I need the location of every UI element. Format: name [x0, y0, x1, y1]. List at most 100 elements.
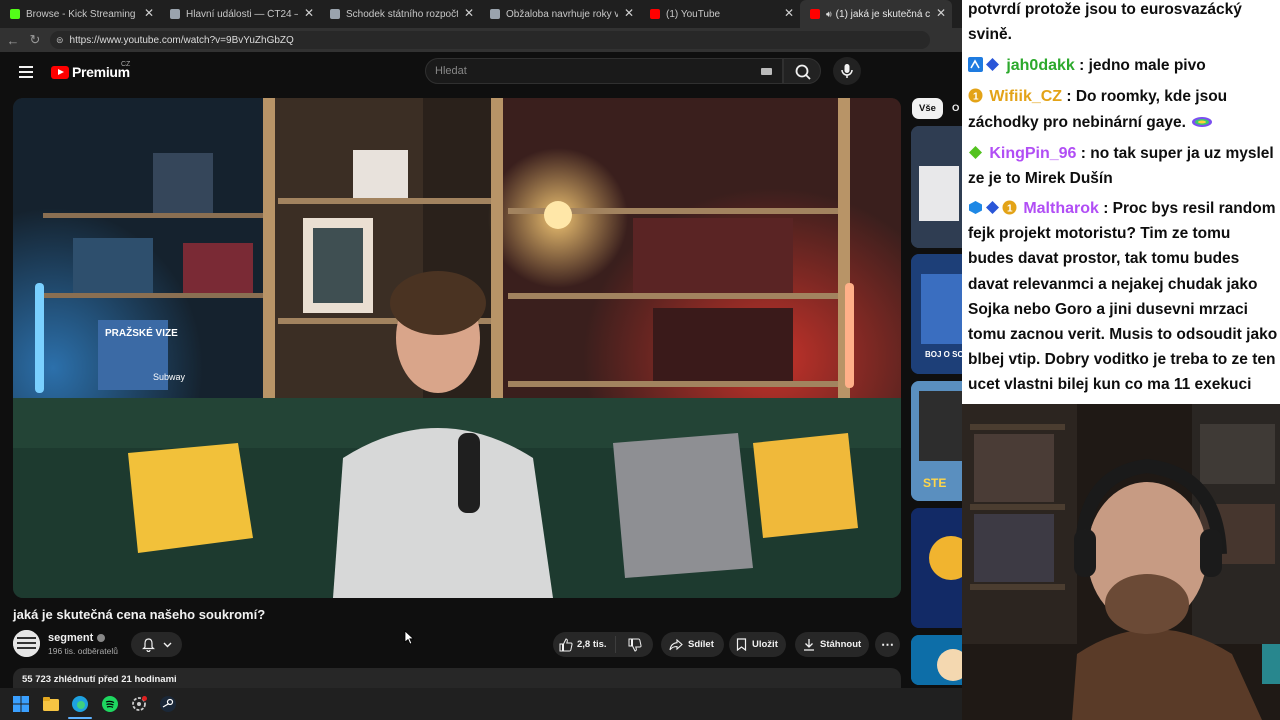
browser-tab-schodek[interactable]: Schodek státního rozpočtu činil v ✕: [320, 0, 480, 28]
subscriber-badge-icon: [986, 201, 999, 214]
browser-tab-youtube[interactable]: (1) YouTube ✕: [640, 0, 800, 28]
back-icon[interactable]: ←: [2, 33, 24, 48]
spotify-icon[interactable]: [102, 696, 118, 712]
related-video-thumbnail[interactable]: STE: [911, 381, 962, 501]
thumbnail-caption: STE: [923, 476, 947, 490]
browser-tab-ct24[interactable]: Hlavní události — ČT24 — Česká ✕: [160, 0, 320, 28]
youtube-logo-icon: [51, 65, 69, 79]
steam-icon[interactable]: [160, 696, 176, 712]
chat-message-continuation: ze je to Mirek Dušín: [968, 166, 1280, 192]
chat-text: fejk projekt motoristu? Tim ze tomu: [968, 225, 1231, 242]
chat-text: ucet vlastni bilej kun co ma 11 exekuci: [968, 376, 1252, 393]
like-button[interactable]: 2,8 tis.: [553, 636, 616, 653]
chat-text: potvrdí protože jsou to eurosvazácký: [968, 1, 1242, 18]
youtube-icon: [650, 9, 660, 19]
close-icon[interactable]: ✕: [784, 7, 794, 19]
search-button[interactable]: [783, 58, 821, 84]
book-subtitle: Subway: [153, 372, 186, 382]
subscriber-count: 196 tis. odběratelů: [48, 646, 118, 656]
close-icon[interactable]: ✕: [144, 7, 154, 19]
active-app-indicator: [68, 717, 92, 719]
tab-label: Obžaloba navrhuje roky vězení pr: [506, 8, 618, 20]
video-frame: PRAŽSKÉ VIZE Subway: [13, 98, 901, 598]
close-icon[interactable]: ✕: [464, 7, 474, 19]
chat-message-continuation: tomu zacnou verit. Musis to odsoudit jak…: [968, 322, 1280, 348]
more-icon: ⋯: [881, 636, 894, 652]
chat-text: : no tak super ja uz myslel: [1076, 145, 1274, 162]
channel-avatar[interactable]: [13, 630, 40, 657]
chat-text: : jedno male pivo: [1074, 57, 1206, 74]
search-input[interactable]: Hledat: [425, 58, 783, 84]
video-player[interactable]: PRAŽSKÉ VIZE Subway: [13, 98, 901, 598]
thumbs-down-icon: [628, 638, 642, 652]
download-icon: [804, 639, 814, 651]
page-icon: [490, 9, 500, 19]
file-explorer-icon[interactable]: [43, 696, 59, 712]
browser-tab-active-video[interactable]: 🔊︎ (1) jaká je skutečná cena naše ✕: [800, 0, 952, 28]
chat-message-continuation: Sojka nebo Goro a jini dusevni mrzaci: [968, 297, 1280, 323]
kick-icon: [10, 9, 20, 19]
related-video-thumbnail[interactable]: [911, 508, 962, 628]
rainbow-emote-icon: [1192, 117, 1213, 127]
chat-message-continuation: blbej vtip. Dobry voditko je treba to ze…: [968, 347, 1280, 373]
browser-tab-kick[interactable]: Browse - Kick Streaming ✕: [0, 0, 160, 28]
chat-message-continuation: budes davat prostor, tak tomu budes: [968, 246, 1280, 272]
book-title: PRAŽSKÉ VIZE: [105, 326, 178, 339]
menu-icon[interactable]: [19, 66, 33, 78]
description-box[interactable]: 55 723 zhlédnutí před 21 hodinami: [13, 668, 901, 688]
site-info-icon[interactable]: ⊜: [56, 35, 64, 46]
more-actions-button[interactable]: ⋯: [875, 632, 900, 657]
download-button[interactable]: Stáhnout: [795, 632, 869, 657]
related-video-thumbnail[interactable]: [911, 635, 962, 685]
close-icon[interactable]: ✕: [624, 7, 634, 19]
chat-text: Sojka nebo Goro a jini dusevni mrzaci: [968, 301, 1248, 318]
save-button[interactable]: Uložit: [729, 632, 786, 657]
browser-tab-bar: Browse - Kick Streaming ✕ Hlavní událost…: [0, 0, 962, 28]
chevron-down-icon: [163, 642, 171, 647]
notification-bell-button[interactable]: [131, 632, 182, 657]
chat-text: ze je to Mirek Dušín: [968, 170, 1113, 187]
settings-icon[interactable]: [131, 696, 147, 712]
tab-label: (1) jaká je skutečná cena naše: [835, 8, 930, 20]
like-count: 2,8 tis.: [577, 639, 607, 650]
filter-chip-second[interactable]: O: [952, 98, 962, 119]
browser-tab-obzaloba[interactable]: Obžaloba navrhuje roky vězení pr ✕: [480, 0, 640, 28]
youtube-page: Premium CZ Hledat PRAŽSKÉ VIZE Subway ja…: [0, 52, 962, 688]
thumbnail-caption: BOJ O SCH: [925, 350, 962, 359]
streamer-webcam: [962, 404, 1280, 720]
chat-text: : Do roomky, kde jsou: [1062, 88, 1228, 105]
chat-message-continuation: fejk projekt motoristu? Tim ze tomu: [968, 221, 1280, 247]
related-video-thumbnail[interactable]: [911, 126, 962, 248]
youtube-logo[interactable]: Premium CZ: [51, 61, 130, 80]
dislike-button[interactable]: [616, 638, 653, 652]
channel-name[interactable]: segment: [48, 632, 106, 644]
close-icon[interactable]: ✕: [304, 7, 314, 19]
url-field[interactable]: ⊜ https://www.youtube.com/watch?v=9BvYuZ…: [50, 31, 930, 49]
related-video-thumbnail[interactable]: BOJ O SCH: [911, 254, 962, 374]
bell-icon: [141, 637, 155, 652]
close-icon[interactable]: ✕: [936, 7, 946, 19]
founder-badge-icon: [969, 201, 982, 214]
reload-icon[interactable]: ↻: [24, 32, 46, 48]
youtube-icon: [810, 9, 820, 19]
chat-message-continuation: svině.: [968, 22, 1280, 48]
chat-text: : Proc bys resil random: [1098, 200, 1276, 217]
voice-search-button[interactable]: [833, 57, 861, 85]
search-icon: [795, 64, 811, 80]
mouse-cursor-icon: [404, 630, 414, 645]
filter-chip-all[interactable]: Vše: [912, 98, 943, 119]
speaker-icon[interactable]: 🔊︎: [826, 9, 832, 20]
chat-username[interactable]: Wifiik_CZ: [989, 88, 1062, 105]
edge-browser-icon[interactable]: [72, 696, 88, 712]
windows-start-icon[interactable]: [13, 696, 29, 712]
verified-icon: [97, 634, 106, 643]
chat-username[interactable]: jah0dakk: [1006, 57, 1074, 74]
keyboard-icon[interactable]: [761, 68, 772, 75]
subscriber-badge-icon: [986, 58, 999, 71]
share-icon: [669, 638, 683, 650]
verified-badge-icon: [968, 57, 983, 72]
chat-username[interactable]: KingPin_96: [989, 145, 1076, 162]
chat-username[interactable]: Maltharok: [1023, 200, 1099, 217]
share-button[interactable]: Sdílet: [661, 632, 724, 657]
tab-label: Browse - Kick Streaming: [26, 8, 136, 20]
